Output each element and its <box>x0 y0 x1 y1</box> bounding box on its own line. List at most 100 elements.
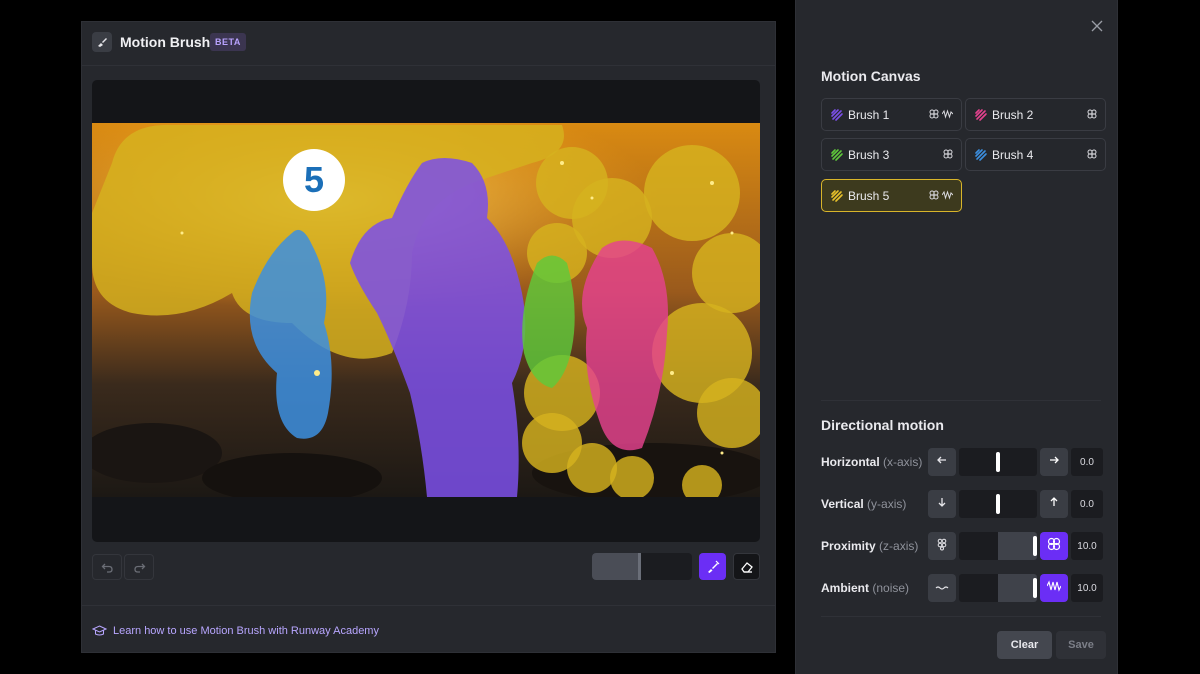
motion-canvas-title: Motion Canvas <box>821 68 921 84</box>
brush-motion-indicators <box>929 189 954 203</box>
motion-label-axis: (z-axis) <box>879 539 919 553</box>
motion-increase-button[interactable] <box>1040 448 1068 476</box>
stage: Motion Brush BETA 5 Learn how to use Mot… <box>0 0 1200 674</box>
arrow-down-icon <box>936 495 948 513</box>
ambient-icon <box>941 189 954 203</box>
brush-motion-indicators <box>1087 108 1097 122</box>
motion-decrease-button[interactable] <box>928 574 956 602</box>
brush-chip[interactable]: Brush 1 <box>821 98 962 131</box>
motion-label: Ambient (noise) <box>821 581 909 595</box>
page-title: Motion Brush <box>120 34 211 50</box>
brush-color-icon <box>830 108 844 122</box>
proximity-large-icon <box>1047 537 1061 556</box>
divider <box>821 616 1101 617</box>
divider <box>82 605 775 606</box>
motion-value-input[interactable]: 10.0 <box>1071 574 1103 602</box>
brush-size-handle[interactable] <box>638 553 641 580</box>
motion-value-input[interactable]: 10.0 <box>1071 532 1103 560</box>
motion-label: Horizontal (x-axis) <box>821 455 922 469</box>
motion-slider[interactable] <box>959 574 1037 602</box>
proximity-icon <box>943 148 953 162</box>
brush-motion-indicators <box>943 148 953 162</box>
motion-decrease-button[interactable] <box>928 448 956 476</box>
brush-chip-label: Brush 3 <box>848 147 890 162</box>
active-brush-number: 5 <box>283 149 345 211</box>
brush-chip-label: Brush 2 <box>992 107 1034 122</box>
motion-increase-button[interactable] <box>1040 574 1068 602</box>
directional-motion-title: Directional motion <box>821 417 944 433</box>
brush-color-icon <box>974 148 988 162</box>
motion-label-main: Horizontal <box>821 455 880 469</box>
redo-button[interactable] <box>124 554 154 580</box>
brush-color-icon <box>974 108 988 122</box>
motion-decrease-button[interactable] <box>928 490 956 518</box>
motion-slider-handle[interactable] <box>1033 578 1037 598</box>
ambient-low-icon <box>935 579 949 597</box>
clear-button[interactable]: Clear <box>997 631 1052 659</box>
close-icon <box>1091 20 1103 32</box>
ambient-high-icon <box>1046 579 1062 597</box>
motion-value-input[interactable]: 0.0 <box>1071 490 1103 518</box>
proximity-icon <box>1087 108 1097 122</box>
motion-increase-button[interactable] <box>1040 532 1068 560</box>
graduation-cap-icon <box>92 625 107 636</box>
eraser-tool-button[interactable] <box>733 553 760 580</box>
motion-slider[interactable] <box>959 490 1037 518</box>
motion-row-horizontal: Horizontal (x-axis) 0.0 <box>821 448 1111 476</box>
brush-chip[interactable]: Brush 2 <box>965 98 1106 131</box>
canvas-image[interactable] <box>92 123 760 497</box>
motion-label: Vertical (y-axis) <box>821 497 906 511</box>
motion-label-main: Proximity <box>821 539 876 553</box>
motion-brush-icon <box>92 32 112 52</box>
panel-header: Motion Brush BETA <box>82 22 775 66</box>
motion-row-ambient: Ambient (noise) 10.0 <box>821 574 1111 602</box>
motion-label-axis: (y-axis) <box>867 497 907 511</box>
motion-row-proximity: Proximity (z-axis) 10.0 <box>821 532 1111 560</box>
brush-icon <box>707 560 719 573</box>
motion-slider-fill <box>998 574 1037 602</box>
motion-settings-panel: Motion Canvas Brush 1 Brush 2 Brush 3 Brush… <box>795 0 1118 674</box>
brush-chip-label: Brush 4 <box>992 147 1034 162</box>
motion-canvas-area[interactable]: 5 <box>92 80 760 542</box>
brush-tool-button[interactable] <box>699 553 726 580</box>
undo-icon <box>101 563 113 573</box>
proximity-icon <box>929 108 939 122</box>
motion-decrease-button[interactable] <box>928 532 956 560</box>
brush-size-slider[interactable] <box>592 553 692 580</box>
save-button[interactable]: Save <box>1056 631 1106 659</box>
motion-label-axis: (noise) <box>872 581 910 595</box>
academy-link[interactable]: Learn how to use Motion Brush with Runwa… <box>92 625 379 637</box>
brush-motion-indicators <box>929 108 954 122</box>
brush-motion-indicators <box>1087 148 1097 162</box>
motion-slider[interactable] <box>959 532 1037 560</box>
proximity-small-icon <box>936 537 948 556</box>
undo-button[interactable] <box>92 554 122 580</box>
motion-label: Proximity (z-axis) <box>821 539 918 553</box>
academy-link-label[interactable]: Learn how to use Motion Brush with Runwa… <box>113 625 379 637</box>
motion-label-axis: (x-axis) <box>883 455 923 469</box>
motion-slider-handle[interactable] <box>996 452 1000 472</box>
beta-badge: BETA <box>210 33 246 51</box>
motion-slider-handle[interactable] <box>996 494 1000 514</box>
motion-label-main: Ambient <box>821 581 869 595</box>
ambient-icon <box>941 108 954 122</box>
brush-chip[interactable]: Brush 5 <box>821 179 962 212</box>
motion-slider-handle[interactable] <box>1033 536 1037 556</box>
brush-chip[interactable]: Brush 3 <box>821 138 962 171</box>
motion-slider[interactable] <box>959 448 1037 476</box>
redo-icon <box>133 563 145 573</box>
brush-chip[interactable]: Brush 4 <box>965 138 1106 171</box>
motion-value-input[interactable]: 0.0 <box>1071 448 1103 476</box>
close-button[interactable] <box>1087 16 1107 36</box>
motion-increase-button[interactable] <box>1040 490 1068 518</box>
proximity-icon <box>1087 148 1097 162</box>
motion-label-main: Vertical <box>821 497 864 511</box>
motion-brush-panel: Motion Brush BETA 5 Learn how to use Mot… <box>81 21 776 653</box>
arrow-left-icon <box>936 453 948 471</box>
arrow-right-icon <box>1048 453 1060 471</box>
brush-size-fill <box>592 553 640 580</box>
arrow-up-icon <box>1048 495 1060 513</box>
brush-color-icon <box>830 148 844 162</box>
motion-row-vertical: Vertical (y-axis) 0.0 <box>821 490 1111 518</box>
motion-slider-fill <box>998 532 1037 560</box>
